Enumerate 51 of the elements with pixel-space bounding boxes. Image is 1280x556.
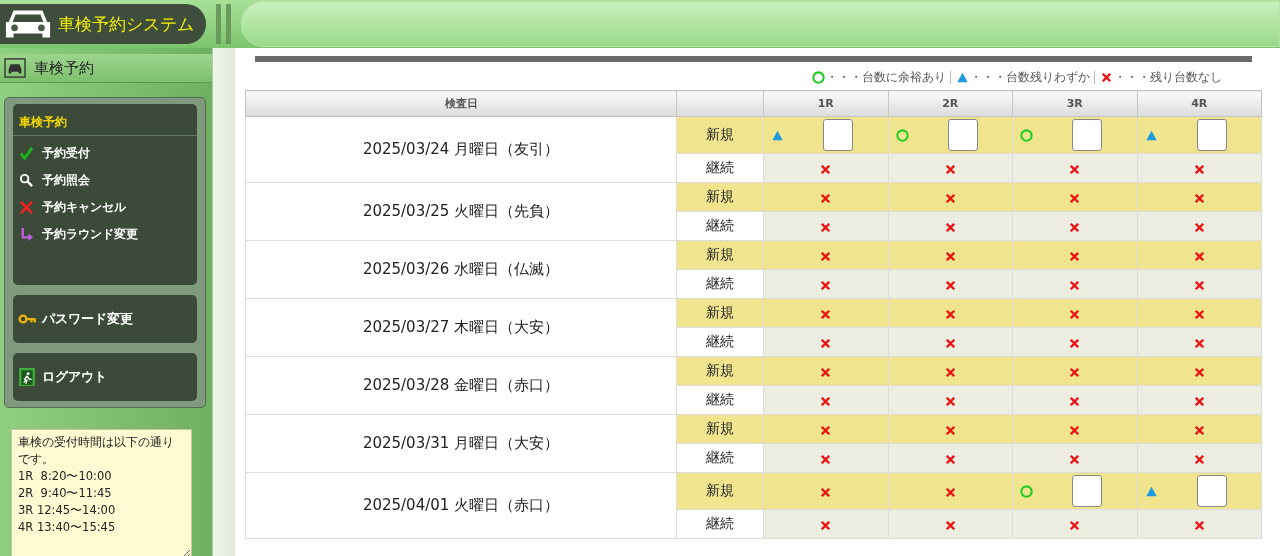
type-cell: 継続 xyxy=(676,509,764,539)
count-field[interactable] xyxy=(1072,475,1102,507)
date-cell: 2025/04/01 火曜日（赤口） xyxy=(245,472,677,539)
date-cell: 2025/03/25 火曜日（先負） xyxy=(245,182,677,241)
type-cell: 新規 xyxy=(676,240,764,270)
type-cell: 継続 xyxy=(676,327,764,357)
type-cell: 新規 xyxy=(676,356,764,386)
type-cell: 継続 xyxy=(676,443,764,473)
type-cell: 新規 xyxy=(676,472,764,510)
menu-title: 車検予約 xyxy=(13,108,197,136)
turn-arrow-icon xyxy=(19,227,34,242)
date-cell: 2025/03/26 水曜日（仏滅） xyxy=(245,240,677,299)
car-icon xyxy=(4,58,26,78)
legend-text: ・・・残り台数なし xyxy=(1114,68,1222,86)
column-header: 4R xyxy=(1137,90,1262,117)
type-cell: 継続 xyxy=(676,211,764,241)
type-cell: 新規 xyxy=(676,116,764,154)
app-title: 車検予約システム xyxy=(58,12,194,36)
date-cell: 2025/03/27 木曜日（大安） xyxy=(245,298,677,357)
menu-button[interactable]: パスワード変更 xyxy=(13,295,197,343)
notice-field[interactable]: 車検の受付時間は以下の通りです。 1R 8:20〜10:00 2R 9:40〜11:45 3R 12:45〜14:00 4R 13:40〜15:45 xyxy=(11,429,192,556)
menu-item[interactable]: 予約キャンセル xyxy=(13,194,197,221)
exit-icon xyxy=(18,368,36,386)
count-field[interactable] xyxy=(1196,475,1227,507)
date-cell: 2025/03/31 月曜日（大安） xyxy=(245,414,677,473)
column-header: 2R xyxy=(888,90,1013,117)
column-header: 1R xyxy=(763,90,888,117)
count-field[interactable] xyxy=(1196,119,1227,151)
menu-item[interactable]: 予約照会 xyxy=(13,167,197,194)
date-cell: 2025/03/24 月曜日（友引） xyxy=(245,116,677,183)
sidebar-tab[interactable]: 車検予約 xyxy=(0,54,212,83)
count-field[interactable] xyxy=(823,119,853,151)
type-cell: 継続 xyxy=(676,385,764,415)
type-cell: 継続 xyxy=(676,269,764,299)
date-cell: 2025/03/28 金曜日（赤口） xyxy=(245,356,677,415)
menu-item[interactable]: 予約ラウンド変更 xyxy=(13,221,197,248)
menu-button[interactable]: ログアウト xyxy=(13,353,197,401)
count-field[interactable] xyxy=(947,119,978,151)
search-icon xyxy=(19,173,34,188)
check-icon xyxy=(19,146,34,161)
type-cell: 新規 xyxy=(676,182,764,212)
type-cell: 新規 xyxy=(676,414,764,444)
column-header: 検査日 xyxy=(245,90,677,117)
legend-text: ・・・台数に余裕あり xyxy=(826,68,946,86)
type-cell: 継続 xyxy=(676,153,764,183)
column-header: 3R xyxy=(1012,90,1137,117)
menu-item[interactable]: 予約受付 xyxy=(13,140,197,167)
type-cell: 新規 xyxy=(676,298,764,328)
legend-text: ・・・台数残りわずか xyxy=(970,68,1090,86)
cross-icon xyxy=(19,200,34,215)
count-field[interactable] xyxy=(1072,119,1102,151)
